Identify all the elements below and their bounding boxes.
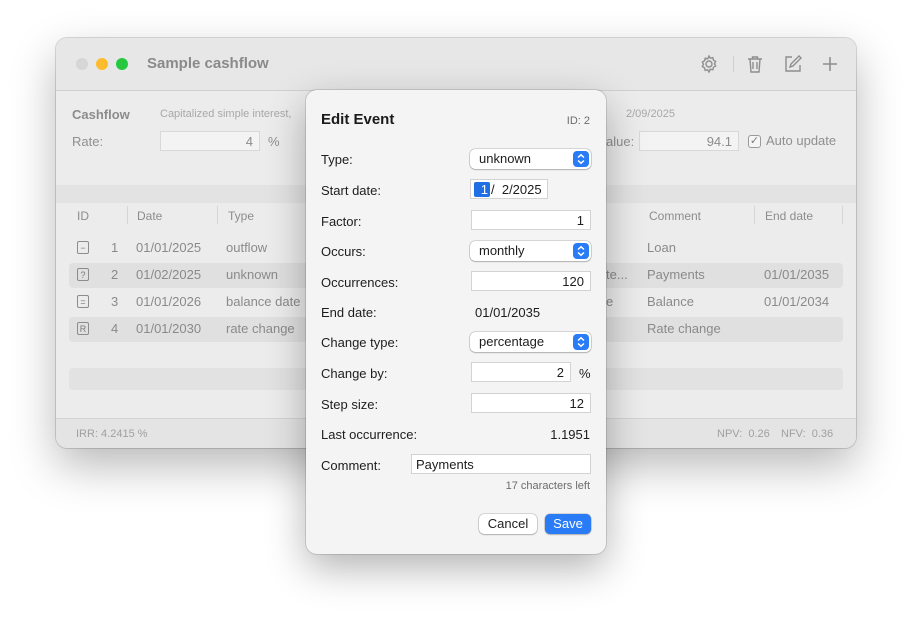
close-window-button[interactable] <box>76 58 88 70</box>
column-divider <box>754 206 755 224</box>
chevron-updown-icon <box>573 151 589 167</box>
column-divider <box>127 206 128 224</box>
chevron-updown-icon <box>573 243 589 259</box>
row-type: rate change <box>226 321 295 336</box>
column-header-end-date[interactable]: End date <box>765 209 813 223</box>
row-comment: Balance <box>647 294 694 309</box>
value-label: alue: <box>606 134 635 149</box>
outflow-icon: − <box>77 241 89 254</box>
row-type: balance date <box>226 294 301 309</box>
row-id: 4 <box>111 321 119 336</box>
nfv-readout: NFV: 0.36 <box>781 428 834 440</box>
event-id: ID: 2 <box>566 115 590 127</box>
change-by-label: Change by: <box>321 366 388 381</box>
auto-update-label: Auto update <box>766 133 837 148</box>
row-end-date: 01/01/2035 <box>764 267 830 282</box>
row-id: 2 <box>111 267 119 282</box>
rate-field[interactable]: 4 <box>160 131 260 151</box>
last-occurrence-value: 1.1951 <box>550 427 590 442</box>
row-hidden-column: e <box>606 294 614 309</box>
type-popup[interactable]: unknown <box>470 149 591 169</box>
rate-change-icon: R <box>77 322 89 335</box>
characters-left-hint: 17 characters left <box>505 480 590 492</box>
row-hidden-column: te... <box>606 267 628 282</box>
type-label: Type: <box>321 152 353 167</box>
occurs-label: Occurs: <box>321 244 366 259</box>
row-date: 01/01/2025 <box>136 240 202 255</box>
maximize-window-button[interactable] <box>116 58 128 70</box>
cashflow-date: 2/09/2025 <box>626 108 675 120</box>
start-date-month-segment[interactable]: 1 <box>474 182 490 197</box>
change-type-label: Change type: <box>321 335 399 350</box>
last-occurrence-label: Last occurrence: <box>321 427 418 442</box>
change-by-unit: % <box>579 366 591 381</box>
window-title: Sample cashflow <box>147 55 269 72</box>
occurs-popup[interactable]: monthly <box>470 241 591 261</box>
value-field[interactable]: 94.1 <box>639 131 739 151</box>
chevron-updown-icon <box>573 334 589 350</box>
change-by-input[interactable]: 2 <box>471 362 571 382</box>
row-date: 01/02/2025 <box>136 267 202 282</box>
auto-update-checkbox[interactable]: ✓ <box>748 135 761 148</box>
end-date-value: 01/01/2035 <box>475 305 541 320</box>
occurrences-input[interactable]: 120 <box>471 271 591 291</box>
column-header-type[interactable]: Type <box>228 209 254 223</box>
row-end-date: 01/01/2034 <box>764 294 830 309</box>
row-id: 3 <box>111 294 119 309</box>
column-header-date[interactable]: Date <box>137 209 162 223</box>
factor-input[interactable]: 1 <box>471 210 591 230</box>
gear-icon[interactable] <box>698 53 720 75</box>
row-date: 01/01/2030 <box>136 321 202 336</box>
occurs-value: monthly <box>479 243 525 258</box>
row-comment: Payments <box>647 267 705 282</box>
trash-icon[interactable] <box>744 53 766 75</box>
row-type: unknown <box>226 267 279 282</box>
cashflow-title: Cashflow <box>72 107 130 122</box>
column-divider <box>842 206 843 224</box>
factor-label: Factor: <box>321 214 362 229</box>
rate-unit: % <box>268 134 280 149</box>
column-header-comment[interactable]: Comment <box>649 209 701 223</box>
cashflow-description: Capitalized simple interest, <box>160 108 292 120</box>
row-id: 1 <box>111 240 119 255</box>
end-date-label: End date: <box>321 305 377 320</box>
dialog-title: Edit Event <box>321 111 395 128</box>
save-button[interactable]: Save <box>545 514 591 534</box>
minimize-window-button[interactable] <box>96 58 108 70</box>
occurrences-label: Occurrences: <box>321 275 399 290</box>
start-date-field[interactable]: 1 / 2/2025 <box>470 179 548 199</box>
row-comment: Loan <box>647 240 676 255</box>
edit-event-dialog: Edit Event ID: 2 Type: unknown Start dat… <box>306 90 606 554</box>
cancel-button[interactable]: Cancel <box>479 514 537 534</box>
plus-icon[interactable] <box>819 53 841 75</box>
column-divider <box>217 206 218 224</box>
toolbar-divider <box>733 56 734 72</box>
comment-label: Comment: <box>321 458 381 473</box>
balance-icon: = <box>77 295 89 308</box>
change-type-value: percentage <box>479 334 545 349</box>
irr-readout: IRR: 4.2415 % <box>76 428 148 440</box>
row-date: 01/01/2026 <box>136 294 202 309</box>
type-value: unknown <box>479 151 532 166</box>
comment-input[interactable]: Payments <box>411 454 591 474</box>
step-size-label: Step size: <box>321 397 379 412</box>
column-header-id[interactable]: ID <box>77 209 89 223</box>
start-date-rest: / 2/2025 <box>491 182 542 197</box>
step-size-input[interactable]: 12 <box>471 393 591 413</box>
npv-readout: NPV: 0.26 <box>717 428 770 440</box>
change-type-popup[interactable]: percentage <box>470 332 591 352</box>
unknown-icon: ? <box>77 268 89 281</box>
start-date-label: Start date: <box>321 183 381 198</box>
rate-label: Rate: <box>72 134 104 149</box>
compose-icon[interactable] <box>782 53 804 75</box>
row-type: outflow <box>226 240 268 255</box>
row-comment: Rate change <box>647 321 721 336</box>
